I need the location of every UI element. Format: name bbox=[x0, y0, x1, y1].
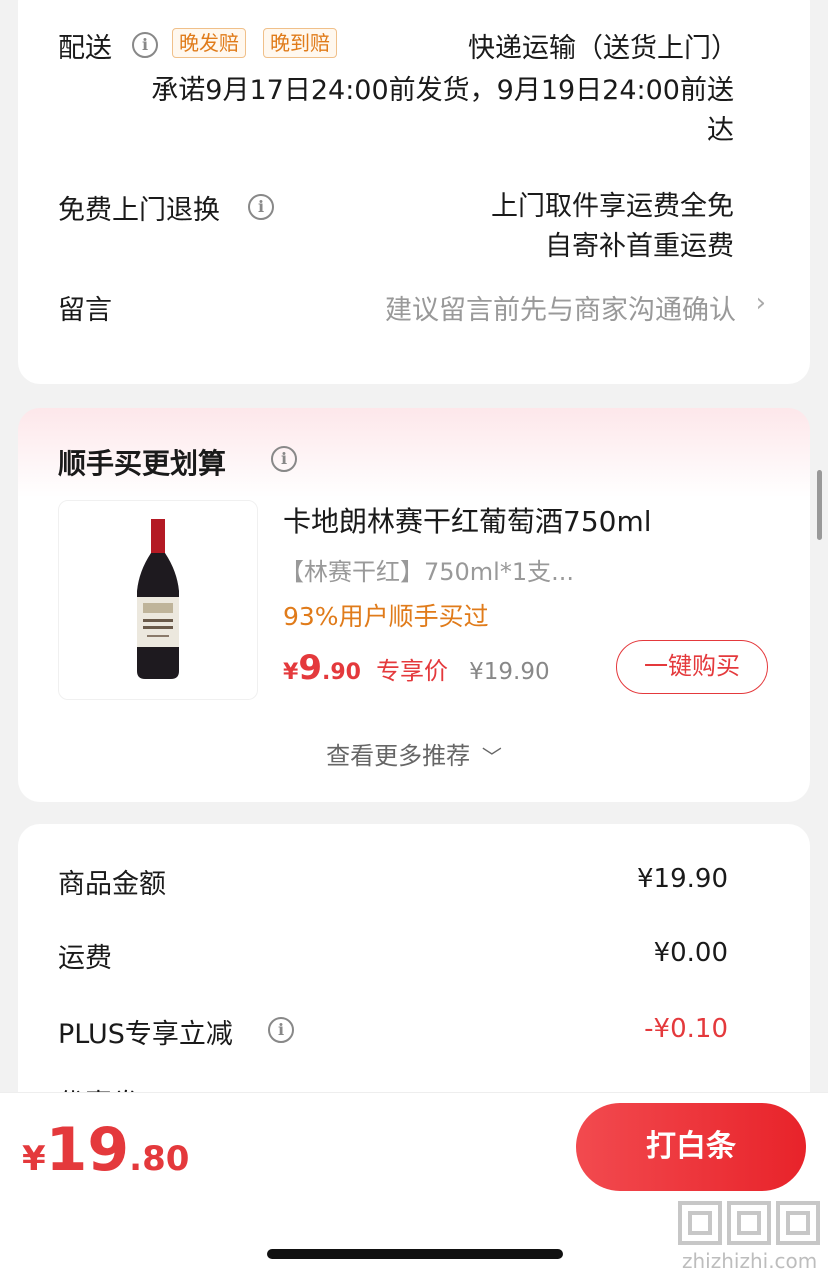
summary-shipping-value: ¥0.00 bbox=[653, 938, 728, 968]
chevron-right-icon: › bbox=[755, 288, 766, 318]
watermark-logo-icon bbox=[678, 1201, 820, 1245]
chevron-down-icon: ﹀ bbox=[481, 745, 502, 769]
message-label: 留言 bbox=[58, 295, 112, 326]
summary-goods-value: ¥19.90 bbox=[637, 864, 728, 894]
wine-bottle-icon bbox=[137, 519, 179, 679]
addon-title: 顺手买更划算 bbox=[58, 447, 227, 480]
addon-card: 顺手买更划算 i 卡地朗林赛干红葡萄酒750ml 【林赛干红】750ml*1支.… bbox=[18, 408, 810, 802]
total-price: ¥19.80 bbox=[22, 1115, 189, 1185]
price-dec: .90 bbox=[321, 660, 361, 685]
pay-button-label: 打白条 bbox=[646, 1129, 736, 1164]
summary-shipping-label: 运费 bbox=[58, 943, 112, 974]
product-image[interactable] bbox=[58, 500, 258, 700]
product-stat: 93%用户顺手买过 bbox=[283, 602, 489, 631]
home-indicator bbox=[267, 1249, 563, 1259]
delivery-info-icon[interactable]: i bbox=[132, 32, 158, 58]
pay-button[interactable]: 打白条 bbox=[576, 1103, 806, 1191]
delivery-card: 配送 i 晚发赔 晚到赔 快递运输（送货上门） 承诺9月17日24:00前发货，… bbox=[18, 0, 810, 384]
product-spec: 【林赛干红】750ml*1支... bbox=[280, 558, 575, 586]
message-placeholder: 建议留言前先与商家沟通确认 bbox=[385, 295, 736, 326]
one-click-buy-button[interactable]: 一键购买 bbox=[616, 640, 768, 694]
price-currency: ¥ bbox=[283, 660, 299, 685]
delivery-label: 配送 bbox=[58, 33, 112, 64]
plus-info-icon[interactable]: i bbox=[268, 1017, 294, 1043]
delivery-method: 快递运输（送货上门） bbox=[468, 33, 738, 64]
total-currency: ¥ bbox=[22, 1139, 46, 1179]
return-line1: 上门取件享运费全免 bbox=[491, 191, 734, 222]
more-label: 查看更多推荐 bbox=[326, 742, 471, 770]
summary-goods-label: 商品金额 bbox=[58, 869, 166, 900]
price-tag: 专享价 bbox=[376, 657, 449, 685]
total-dec: .80 bbox=[129, 1139, 190, 1179]
price-int: 9 bbox=[298, 648, 322, 688]
delivery-promise-cont: 达 bbox=[707, 115, 734, 146]
return-info-icon[interactable]: i bbox=[248, 194, 274, 220]
total-int: 19 bbox=[45, 1115, 130, 1185]
addon-info-icon[interactable]: i bbox=[271, 446, 297, 472]
original-price: ¥19.90 bbox=[469, 659, 550, 685]
watermark: zhizhizhi.com bbox=[676, 1197, 822, 1279]
late-arrive-badge: 晚到赔 bbox=[263, 28, 337, 58]
summary-plus-label: PLUS专享立减 bbox=[58, 1019, 233, 1050]
bottom-bar: ¥19.80 打白条 zhizhizhi.com bbox=[0, 1092, 828, 1279]
delivery-promise: 承诺9月17日24:00前发货，9月19日24:00前送 bbox=[151, 75, 734, 106]
buy-button-label: 一键购买 bbox=[644, 652, 740, 680]
scrollbar[interactable] bbox=[817, 470, 822, 540]
summary-plus-value: -¥0.10 bbox=[644, 1014, 728, 1044]
product-price: ¥9.90 专享价 ¥19.90 bbox=[283, 648, 550, 688]
message-row[interactable]: 留言 建议留言前先与商家沟通确认 › bbox=[18, 280, 810, 336]
more-recommendations[interactable]: 查看更多推荐 ﹀ bbox=[18, 736, 810, 771]
late-ship-badge: 晚发赔 bbox=[172, 28, 246, 58]
return-label: 免费上门退换 bbox=[58, 195, 220, 226]
product-title[interactable]: 卡地朗林赛干红葡萄酒750ml bbox=[283, 500, 652, 540]
return-line2: 自寄补首重运费 bbox=[545, 231, 734, 262]
watermark-text: zhizhizhi.com bbox=[682, 1249, 818, 1273]
summary-card: 商品金额 ¥19.90 运费 ¥0.00 PLUS专享立减 i -¥0.10 优… bbox=[18, 824, 810, 1124]
